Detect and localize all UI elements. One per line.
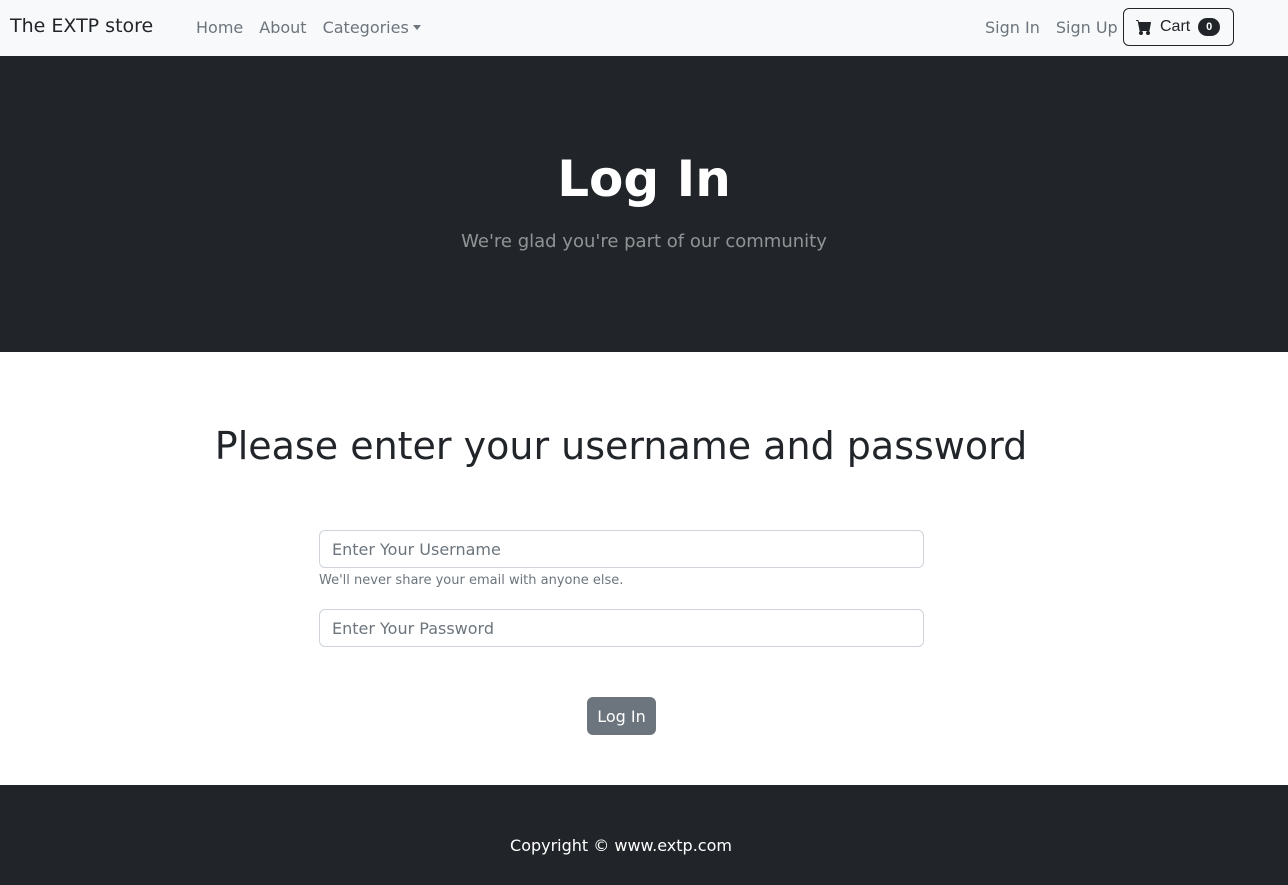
login-button[interactable]: Log In (587, 697, 656, 735)
form-heading: Please enter your username and password (214, 424, 1028, 468)
nav-dropdown-categories-label: Categories (322, 18, 409, 37)
sign-in-link[interactable]: Sign In (985, 18, 1040, 37)
footer: Copyright © www.extp.com (0, 785, 1288, 885)
copyright-text: Copyright © www.extp.com (510, 836, 732, 855)
navbar: The EXTP store Home About Categories Sig… (0, 0, 1288, 56)
caret-down-icon (412, 25, 421, 30)
page-title: Log In (557, 150, 731, 208)
cart-count-badge: 0 (1198, 18, 1221, 36)
username-input[interactable] (319, 530, 924, 568)
password-input[interactable] (319, 609, 924, 647)
nav-link-about[interactable]: About (259, 18, 306, 37)
cart-button[interactable]: Cart 0 (1123, 8, 1234, 46)
brand-link[interactable]: The EXTP store (10, 15, 153, 37)
hero-subtitle: We're glad you're part of our community (461, 231, 827, 252)
nav-link-home[interactable]: Home (196, 18, 243, 37)
cart-icon (1136, 20, 1151, 35)
sign-up-link[interactable]: Sign Up (1056, 18, 1118, 37)
cart-label: Cart (1160, 18, 1191, 35)
nav-dropdown-categories[interactable]: Categories (323, 18, 421, 37)
nav-links: Home About Categories (196, 18, 421, 37)
auth-links: Sign In Sign Up (985, 18, 1118, 37)
hero-banner: Log In We're glad you're part of our com… (0, 56, 1288, 352)
username-help-text: We'll never share your email with anyone… (319, 573, 624, 588)
